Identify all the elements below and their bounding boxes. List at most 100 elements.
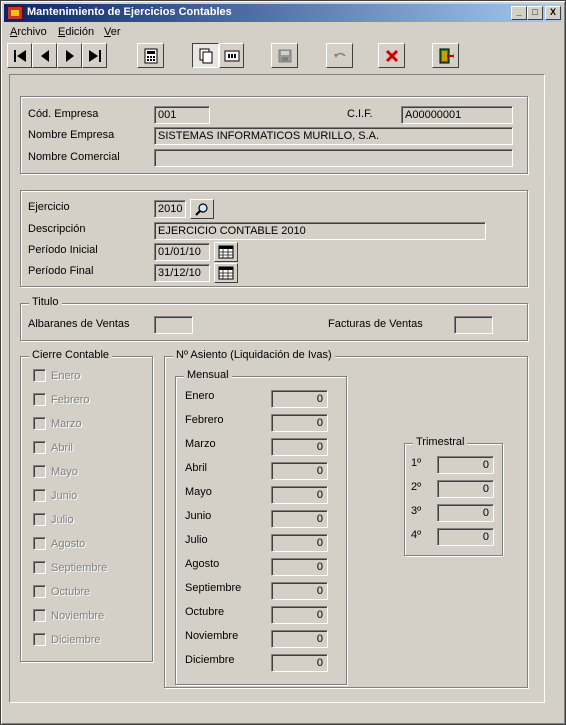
cierre-month-label: Noviembre — [51, 610, 105, 622]
mensual-value-field[interactable]: 0 — [271, 534, 328, 552]
main-window: Mantenimiento de Ejercicios Contables _ … — [0, 0, 566, 725]
cierre-month-label: Marzo — [51, 418, 82, 430]
cierre-checkbox[interactable] — [33, 633, 46, 646]
first-record-button[interactable] — [7, 43, 32, 68]
trimestral-label: 1º — [411, 457, 422, 469]
mensual-value-field[interactable]: 0 — [271, 462, 328, 480]
next-record-button[interactable] — [57, 43, 82, 68]
periodo-final-field[interactable]: 31/12/10 — [154, 264, 210, 282]
copy-button[interactable] — [192, 43, 219, 68]
periodo-inicial-label: Período Inicial — [28, 244, 98, 256]
previous-record-button[interactable] — [32, 43, 57, 68]
first-record-icon — [13, 49, 26, 62]
albaranes-field[interactable] — [154, 316, 193, 334]
trimestral-value-field[interactable]: 0 — [437, 480, 494, 498]
mensual-value-field[interactable]: 0 — [271, 438, 328, 456]
nombre-comercial-label: Nombre Comercial — [28, 151, 120, 163]
trimestral-value-field[interactable]: 0 — [437, 504, 494, 522]
search-icon — [195, 203, 208, 216]
menu-archivo[interactable]: Archivo — [10, 26, 47, 38]
undo-icon — [333, 52, 346, 58]
minimize-button[interactable]: _ — [511, 6, 527, 20]
calculator-button[interactable] — [137, 43, 164, 68]
mensual-value-field[interactable]: 0 — [271, 606, 328, 624]
edit-button[interactable] — [219, 43, 244, 68]
mensual-value-field[interactable]: 0 — [271, 582, 328, 600]
mensual-month-label: Mayo — [185, 486, 212, 498]
exit-icon — [439, 48, 454, 63]
facturas-field[interactable] — [454, 316, 493, 334]
copy-icon — [199, 48, 212, 63]
mensual-value-field[interactable]: 0 — [271, 510, 328, 528]
cierre-checkbox[interactable] — [33, 489, 46, 502]
titulo-group: Titulo Albaranes de Ventas Facturas de V… — [20, 296, 528, 341]
cierre-month-label: Agosto — [51, 538, 86, 550]
exit-button[interactable] — [432, 43, 459, 68]
trimestral-group: Trimestral 1º 0 2º 0 3º 0 4º 0 — [404, 436, 503, 556]
nombre-empresa-label: Nombre Empresa — [28, 129, 115, 141]
cierre-checkbox[interactable] — [33, 369, 46, 382]
cierre-month-label: Abril — [51, 442, 74, 454]
calendar-final-button[interactable] — [214, 263, 238, 283]
menu-edicion[interactable]: Edición — [58, 26, 94, 38]
cierre-checkbox[interactable] — [33, 393, 46, 406]
previous-record-icon — [40, 49, 49, 62]
delete-button[interactable] — [378, 43, 405, 68]
content-frame: Cód. Empresa 001 C.I.F. A00000001 Nombre… — [9, 74, 545, 703]
cif-field[interactable]: A00000001 — [401, 106, 513, 124]
title-bar[interactable]: Mantenimiento de Ejercicios Contables _ … — [4, 4, 562, 22]
cierre-checkbox[interactable] — [33, 465, 46, 478]
trimestral-value-field[interactable]: 0 — [437, 528, 494, 546]
last-record-button[interactable] — [82, 43, 107, 68]
menu-archivo-label: rchivo — [17, 26, 47, 38]
cierre-checkbox[interactable] — [33, 417, 46, 430]
next-record-icon — [65, 49, 74, 62]
mensual-month-label: Julio — [185, 534, 208, 546]
cod-empresa-field[interactable]: 001 — [154, 106, 210, 124]
mensual-month-label: Junio — [185, 510, 212, 522]
undo-button[interactable] — [326, 43, 353, 68]
mensual-month-label: Octubre — [185, 606, 225, 618]
mensual-value-field[interactable]: 0 — [271, 390, 328, 408]
trimestral-label: 2º — [411, 481, 422, 493]
mensual-month-label: Noviembre — [185, 630, 239, 642]
nombre-empresa-field[interactable]: SISTEMAS INFORMATICOS MURILLO, S.A. — [154, 127, 513, 145]
cierre-checkbox[interactable] — [33, 609, 46, 622]
cierre-month-label: Octubre — [51, 586, 91, 598]
periodo-inicial-field[interactable]: 01/01/10 — [154, 243, 210, 261]
search-ejercicio-button[interactable] — [190, 199, 214, 219]
cod-empresa-label: Cód. Empresa — [28, 108, 99, 120]
descripcion-label: Descripción — [28, 223, 86, 235]
save-button[interactable] — [271, 43, 298, 68]
mensual-value-field[interactable]: 0 — [271, 558, 328, 576]
maximize-button[interactable]: □ — [527, 6, 543, 20]
cierre-month-label: Febrero — [51, 394, 90, 406]
periodo-final-label: Período Final — [28, 265, 94, 277]
close-button[interactable]: X — [545, 6, 561, 20]
mensual-month-label: Diciembre — [185, 654, 235, 666]
cierre-month-label: Enero — [51, 370, 81, 382]
mensual-group: Mensual Enero 0 Febrero 0 Marzo 0 Abril 0 Mayo 0 J… — [175, 369, 347, 685]
cierre-checkbox[interactable] — [33, 513, 46, 526]
menu-ver-label: er — [110, 26, 121, 38]
menu-ver-accel: V — [104, 26, 111, 38]
mensual-value-field[interactable]: 0 — [271, 630, 328, 648]
mensual-value-field[interactable]: 0 — [271, 414, 328, 432]
calendar-inicial-button[interactable] — [214, 242, 238, 262]
descripcion-field[interactable]: EJERCICIO CONTABLE 2010 — [154, 222, 486, 240]
cierre-checkbox[interactable] — [33, 561, 46, 574]
cierre-month-label: Julio — [51, 514, 74, 526]
ejercicio-field[interactable]: 2010 — [154, 200, 186, 218]
mensual-value-field[interactable]: 0 — [271, 654, 328, 672]
toolbar — [4, 41, 562, 69]
cierre-checkbox[interactable] — [33, 585, 46, 598]
nombre-comercial-field[interactable] — [154, 149, 513, 167]
cierre-checkbox[interactable] — [33, 441, 46, 454]
trimestral-value-field[interactable]: 0 — [437, 456, 494, 474]
mensual-value-field[interactable]: 0 — [271, 486, 328, 504]
empresa-group: Cód. Empresa 001 C.I.F. A00000001 Nombre… — [20, 96, 528, 174]
cierre-checkbox[interactable] — [33, 537, 46, 550]
asiento-group: Nº Asiento (Liquidación de Ivas) Mensual… — [164, 349, 528, 688]
menu-ver[interactable]: Ver — [104, 26, 121, 38]
save-icon — [278, 49, 291, 62]
